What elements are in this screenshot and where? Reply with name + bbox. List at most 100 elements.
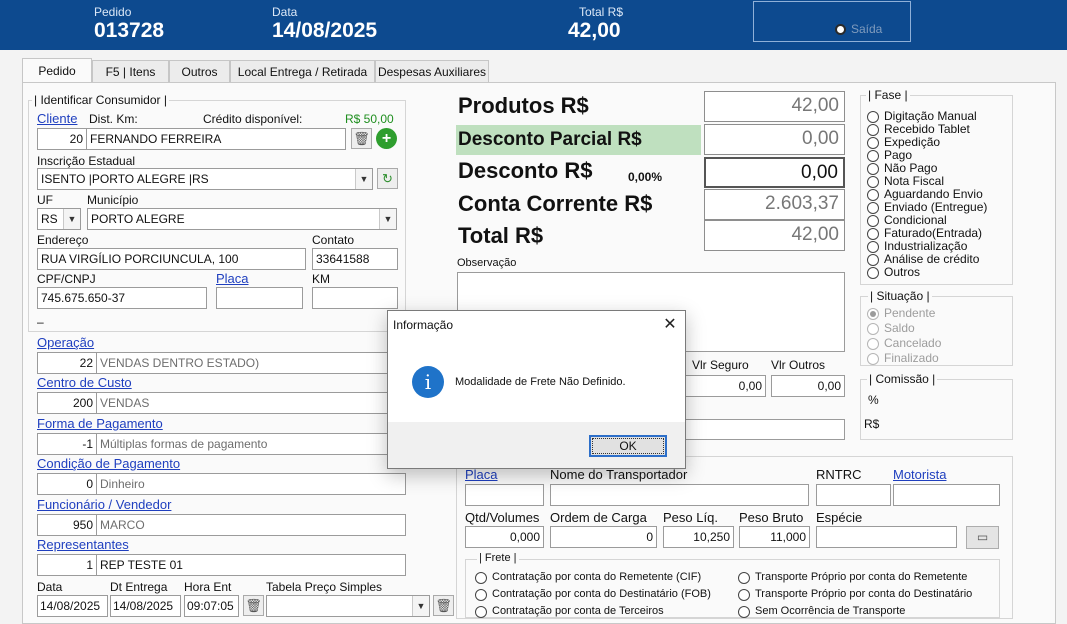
window-search-icon: ▭ <box>976 530 989 544</box>
radio-icon <box>867 253 879 266</box>
peso-bruto-input[interactable]: 11,000 <box>739 526 810 548</box>
ordem-carga-input[interactable]: 0 <box>550 526 657 548</box>
desconto-label: Desconto R$ <box>458 158 593 183</box>
tab-local-entrega[interactable]: Local Entrega / Retirada <box>230 60 375 82</box>
clear-cliente-button[interactable]: 🗑 <box>351 128 372 149</box>
ie-select[interactable]: ISENTO |PORTO ALEGRE |RS ▼ <box>37 168 373 190</box>
placa-input[interactable] <box>216 287 303 309</box>
add-cliente-button[interactable]: + <box>376 128 397 149</box>
frete-option-proprio-destinatario[interactable]: Transporte Próprio por conta do Destinat… <box>738 586 972 603</box>
fase-title: | Fase | <box>866 88 910 102</box>
especie-input[interactable] <box>816 526 957 548</box>
fase-option-outros[interactable]: Outros <box>867 266 987 279</box>
centro-custo-link[interactable]: Centro de Custo <box>37 375 132 390</box>
produtos-label: Produtos R$ <box>458 93 589 118</box>
total-value: 42,00 <box>568 19 621 42</box>
placa-transp-link[interactable]: Placa <box>465 467 498 482</box>
peso-liq-input[interactable]: 10,250 <box>663 526 734 548</box>
placa-transp-input[interactable] <box>465 484 544 506</box>
condicao-pagamento-link[interactable]: Condição de Pagamento <box>37 456 180 471</box>
centro-custo-desc: VENDAS <box>100 396 150 410</box>
frete-option-proprio-remetente[interactable]: Transporte Próprio por conta do Remetent… <box>738 569 972 586</box>
operacao-field[interactable]: 22 VENDAS DENTRO ESTADO) <box>37 352 397 374</box>
rntrc-input[interactable] <box>816 484 891 506</box>
radio-icon <box>867 123 879 136</box>
frete-option-cif[interactable]: Contratação por conta do Remetente (CIF) <box>475 569 711 586</box>
desconto-parcial-value[interactable]: 0,00 <box>704 124 845 155</box>
motorista-link[interactable]: Motorista <box>893 467 946 482</box>
desconto-value[interactable]: 0,00 <box>704 157 845 188</box>
tab-despesas[interactable]: Despesas Auxiliares <box>375 60 489 82</box>
especie-lookup-button[interactable]: ▭ <box>966 526 999 549</box>
tab-pedido[interactable]: Pedido <box>22 58 92 83</box>
endereco-input[interactable]: RUA VIRGÍLIO PORCIUNCULA, 100 <box>37 248 306 270</box>
vendedor-link[interactable]: Funcionário / Vendedor <box>37 497 171 512</box>
situacao-option-finalizado[interactable]: Finalizado <box>867 351 941 366</box>
contato-label: Contato <box>312 233 355 247</box>
vendedor-code: 950 <box>38 515 97 535</box>
vlr-seguro-input[interactable]: 0,00 <box>680 375 766 397</box>
condicao-pagamento-field[interactable]: 0 Dinheiro <box>37 473 406 495</box>
forma-pagamento-field[interactable]: -1 Múltiplas formas de pagamento <box>37 433 397 455</box>
observacao-label: Observação <box>457 257 517 269</box>
radio-icon <box>738 588 750 601</box>
tab-itens[interactable]: F5 | Itens <box>92 60 169 82</box>
peso-liq-label: Peso Líq. <box>663 510 718 525</box>
uf-select[interactable]: RS ▼ <box>37 208 81 230</box>
ok-button[interactable]: OK <box>589 435 667 457</box>
situacao-option-pendente[interactable]: Pendente <box>867 306 941 321</box>
tabela-preco-select[interactable]: ▼ <box>266 595 430 617</box>
clear-hora-button[interactable]: 🗑 <box>243 595 264 616</box>
dt-entrega-input[interactable]: 14/08/2025 <box>110 595 181 617</box>
cpf-input[interactable]: 745.675.650-37 <box>37 287 207 309</box>
refresh-ie-button[interactable]: ↻ <box>377 168 398 189</box>
qtd-volumes-input[interactable]: 0,000 <box>465 526 544 548</box>
hora-ent-label: Hora Ent <box>184 580 232 594</box>
conta-corrente-value: 2.603,37 <box>704 189 845 220</box>
situacao-option-saldo[interactable]: Saldo <box>867 321 941 336</box>
close-icon[interactable]: ✕ <box>661 314 679 334</box>
contato-input[interactable]: 33641588 <box>312 248 398 270</box>
hora-ent-input[interactable]: 09:07:05 <box>184 595 239 617</box>
total-rs-value: 42,00 <box>704 220 845 251</box>
total-rs-label: Total R$ <box>458 223 544 248</box>
placa-link[interactable]: Placa <box>216 271 249 286</box>
representantes-code: 1 <box>38 555 97 575</box>
frete-option-fob[interactable]: Contratação por conta do Destinatário (F… <box>475 586 711 603</box>
radio-icon <box>867 201 879 214</box>
centro-custo-field[interactable]: 200 VENDAS <box>37 392 397 414</box>
forma-pagamento-link[interactable]: Forma de Pagamento <box>37 416 163 431</box>
transportador-input[interactable] <box>550 484 809 506</box>
clear-tabela-button[interactable]: 🗑 <box>433 595 454 616</box>
credito-value: R$ 50,00 <box>345 112 394 126</box>
rntrc-label: RNTRC <box>816 467 862 482</box>
situacao-title: | Situação | <box>868 289 932 303</box>
vlr-outros-label: Vlr Outros <box>771 358 826 372</box>
consumidor-title: | Identificar Consumidor | <box>32 93 169 107</box>
vendedor-field[interactable]: 950 MARCO <box>37 514 406 536</box>
motorista-input[interactable] <box>893 484 1000 506</box>
situacao-option-cancelado[interactable]: Cancelado <box>867 336 941 351</box>
vlr-outros-input[interactable]: 0,00 <box>771 375 845 397</box>
municipio-select[interactable]: PORTO ALEGRE ▼ <box>87 208 397 230</box>
representantes-field[interactable]: 1 REP TESTE 01 <box>37 554 406 576</box>
cliente-link[interactable]: Cliente <box>37 111 77 126</box>
plus-icon: + <box>381 130 392 147</box>
desconto-parcial-label: Desconto Parcial R$ <box>458 129 642 150</box>
radio-icon <box>867 307 879 320</box>
km-input[interactable] <box>312 287 398 309</box>
radio-icon <box>867 337 879 350</box>
vendedor-desc: MARCO <box>100 518 145 532</box>
cliente-field[interactable]: 20 FERNANDO FERREIRA <box>37 128 346 150</box>
condicao-pagamento-desc: Dinheiro <box>100 477 145 491</box>
operacao-link[interactable]: Operação <box>37 335 94 350</box>
tab-outros[interactable]: Outros <box>169 60 230 82</box>
saida-radio[interactable] <box>835 24 846 35</box>
frete-option-sem-ocorrencia[interactable]: Sem Ocorrência de Transporte <box>738 603 972 620</box>
dialog-title: Informação <box>393 318 454 332</box>
produtos-value: 42,00 <box>704 91 845 122</box>
frete-option-terceiros[interactable]: Contratação por conta de Terceiros <box>475 603 711 620</box>
representantes-link[interactable]: Representantes <box>37 537 129 552</box>
data-input[interactable]: 14/08/2025 <box>37 595 108 617</box>
transportador-label: Nome do Transportador <box>550 467 688 482</box>
